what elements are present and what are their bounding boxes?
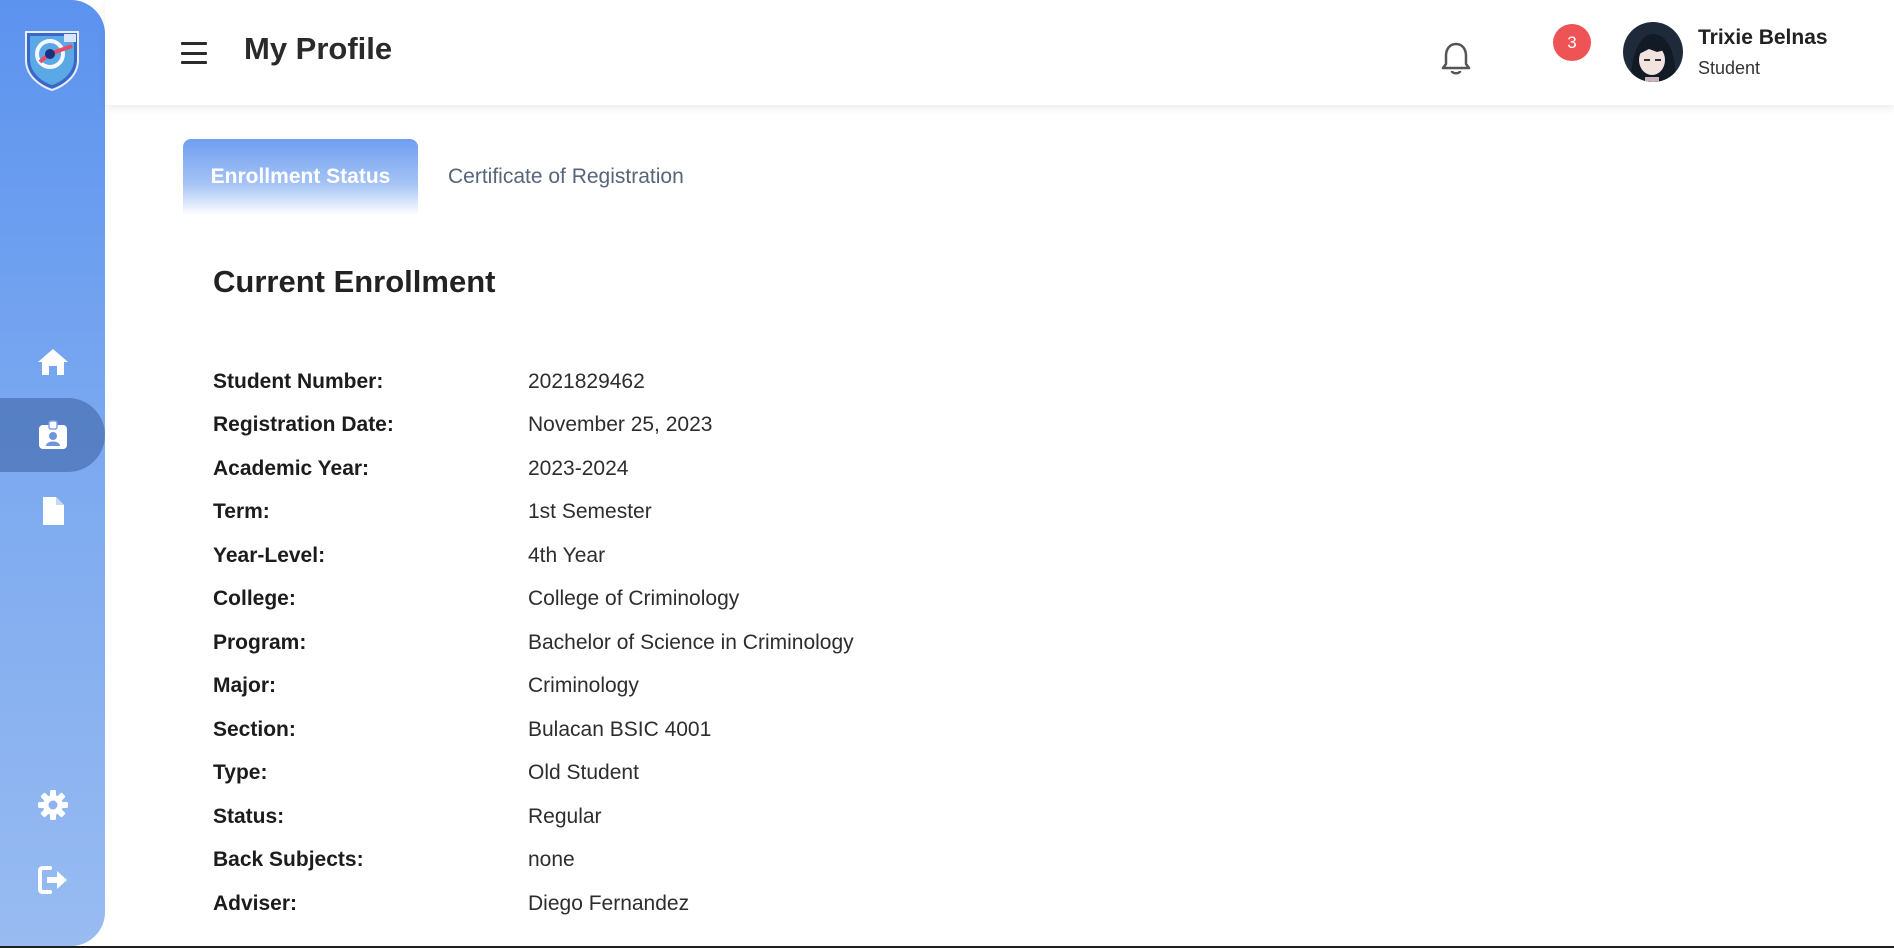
page-title: My Profile — [244, 31, 393, 66]
field-value: Old Student — [528, 761, 639, 784]
tab-certificate-of-registration[interactable]: Certificate of Registration — [448, 139, 684, 215]
field-value: none — [528, 848, 575, 871]
field-label: Section: — [213, 718, 296, 741]
field-label: Student Number: — [213, 370, 384, 393]
file-icon — [42, 497, 64, 525]
home-icon — [37, 349, 68, 375]
field-label: Registration Date: — [213, 413, 394, 436]
user-role: Student — [1698, 58, 1761, 78]
field-value: Bulacan BSIC 4001 — [528, 718, 712, 741]
field-label: Back Subjects: — [213, 848, 364, 871]
field-label: College: — [213, 587, 296, 610]
user-name[interactable]: Trixie Belnas — [1698, 26, 1828, 50]
tab-enrollment-status[interactable]: Enrollment Status — [183, 139, 418, 215]
field-value: 4th Year — [528, 544, 606, 567]
field-value: Regular — [528, 805, 602, 828]
nav-documents[interactable] — [0, 474, 105, 548]
field-value: 2021829462 — [528, 370, 645, 393]
field-value: Criminology — [528, 674, 639, 697]
field-label: Program: — [213, 631, 307, 654]
nav-logout[interactable] — [0, 843, 105, 917]
field-value: Diego Fernandez — [528, 892, 690, 915]
id-badge-icon — [38, 420, 67, 449]
field-label: Year-Level: — [213, 544, 326, 567]
avatar[interactable] — [1623, 22, 1683, 82]
nav-settings[interactable] — [0, 768, 105, 842]
field-value: November 25, 2023 — [528, 413, 713, 436]
section-title: Current Enrollment — [213, 264, 496, 299]
school-logo[interactable] — [20, 26, 84, 92]
field-label: Term: — [213, 500, 270, 523]
field-label: Academic Year: — [213, 457, 370, 480]
bell-icon[interactable] — [1439, 40, 1473, 76]
nav-home[interactable] — [0, 325, 105, 399]
field-label: Type: — [213, 761, 268, 784]
field-label: Major: — [213, 674, 276, 697]
field-value: Bachelor of Science in Criminology — [528, 631, 854, 654]
gear-icon — [37, 790, 68, 820]
hamburger-menu-icon[interactable] — [181, 42, 207, 64]
sidebar — [0, 0, 105, 946]
field-label: Status: — [213, 805, 285, 828]
field-value: 1st Semester — [528, 500, 652, 523]
field-value: College of Criminology — [528, 587, 740, 610]
field-value: 2023-2024 — [528, 457, 629, 480]
logout-icon — [37, 866, 67, 894]
notification-badge: 3 — [1553, 24, 1591, 61]
field-label: Adviser: — [213, 892, 298, 915]
nav-enrollment[interactable] — [0, 398, 105, 472]
